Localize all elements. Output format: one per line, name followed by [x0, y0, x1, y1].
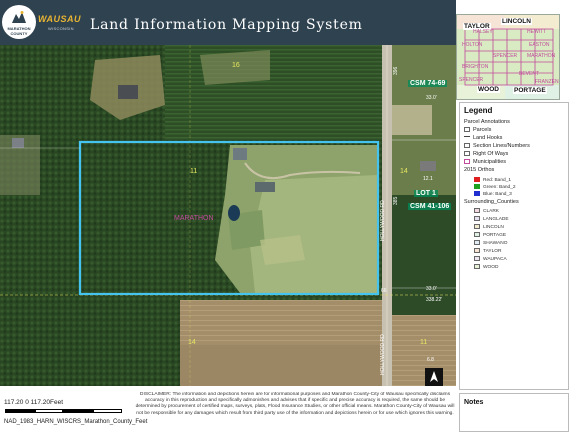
overview-municipality-label: EASTON: [529, 42, 550, 48]
wausau-logo-sub: WISCONSIN: [48, 26, 74, 31]
lot-label: LOT 1: [414, 190, 438, 197]
overview-municipality-label: SPENCER: [459, 77, 484, 83]
portage-swatch-icon: [474, 232, 480, 237]
parcel-municipality-label: MARATHON: [174, 215, 214, 222]
map-view[interactable]: 16 11 14 14 11 CSM 74-69 LOT 1 CSM 41-10…: [0, 45, 456, 386]
legend-county: WOOD: [474, 264, 498, 270]
road-number: 385: [393, 196, 399, 205]
dimension-label: 33.0': [426, 286, 437, 292]
section-number: 14: [188, 339, 196, 346]
legend-county: WAUPACA: [474, 256, 507, 262]
scale-graphic: [5, 409, 122, 413]
legend-panel: Legend Parcel Annotations Parcels Land H…: [459, 102, 569, 390]
green-band-swatch-icon: [474, 184, 480, 189]
section-number: 14: [400, 168, 408, 175]
wausau-logo: WAUSAU WISCONSIN: [38, 12, 81, 34]
legend-counties-title: Surrounding_Counties: [464, 199, 519, 205]
app-title: Land Information Mapping System: [90, 17, 363, 33]
legend-title: Legend: [464, 106, 493, 115]
overview-municipality-label: BRIGHTON: [462, 64, 489, 70]
legend-county: SHAWANO: [474, 240, 507, 246]
overview-municipality-label: SPENCER: [493, 53, 518, 59]
legend-item: Parcel Annotations: [464, 119, 510, 125]
legend-item: Parcels: [464, 127, 491, 133]
wausau-logo-text: WAUSAU: [38, 14, 81, 24]
legend-band: Blue: Band_3: [474, 191, 512, 197]
lincoln-swatch-icon: [474, 224, 480, 229]
legend-county: LINCOLN: [474, 224, 504, 230]
overview-municipality-label: MARATHON: [527, 53, 556, 59]
csm-label: CSM 74-69: [408, 80, 448, 87]
blue-band-swatch-icon: [474, 191, 480, 196]
csm-label: CSM 41-106: [408, 203, 452, 210]
waupaca-swatch-icon: [474, 256, 480, 261]
header-bar: MARATHON COUNTY WAUSAU WISCONSIN Land In…: [0, 0, 456, 45]
legend-item: Land Hooks: [464, 135, 502, 141]
langlade-swatch-icon: [474, 216, 480, 221]
corner-label: 12.1: [423, 176, 433, 182]
overview-municipality-label: HEWITT: [527, 29, 547, 35]
marathon-county-logo: MARATHON COUNTY: [2, 5, 36, 39]
disclaimer-text: DISCLAIMER: The information and depictio…: [135, 392, 455, 416]
legend-item: Right Of Ways: [464, 151, 508, 157]
legend-county: TAYLOR: [474, 248, 501, 254]
land-hooks-swatch-icon: [464, 136, 470, 138]
road-name-label: HOLLYWOOD RD: [380, 200, 386, 241]
right-of-ways-swatch-icon: [464, 151, 470, 157]
road-number: 396: [393, 66, 399, 75]
legend-band: Red: Band_1: [474, 177, 511, 183]
section-number: 11: [190, 168, 198, 175]
parcels-swatch-icon: [464, 127, 470, 133]
overview-municipality-label: BEVENT: [519, 71, 540, 77]
road-number: 66: [381, 288, 387, 294]
municipalities-swatch-icon: [464, 159, 470, 165]
scale-bar: 117.20 0 117.20Feet NAD_1983_HARN_WISCRS…: [0, 386, 147, 432]
overview-municipality-label: HALSEY: [473, 29, 493, 35]
overview-municipality-label: FRANZEN: [535, 79, 559, 85]
legend-band: Green: Band_2: [474, 184, 516, 190]
notes-panel: Notes: [459, 393, 569, 432]
section-number: 16: [232, 62, 240, 69]
marathon-logo-mark: [12, 11, 26, 23]
legend-item: Municipalities: [464, 159, 506, 165]
dimension-label: 33.0': [426, 95, 437, 101]
projection-text: NAD_1983_HARN_WISCRS_Marathon_County_Fee…: [4, 419, 148, 425]
clark-swatch-icon: [474, 208, 480, 213]
overview-county-label: PORTAGE: [513, 87, 547, 94]
red-band-swatch-icon: [474, 177, 480, 182]
legend-item: Section Lines/Numbers: [464, 143, 530, 149]
overview-county-label: WOOD: [477, 86, 500, 93]
overview-municipality-label: HOLTON: [462, 42, 483, 48]
overview-county-label: LINCOLN: [501, 18, 532, 25]
legend-county: LANGLADE: [474, 216, 509, 222]
taylor-swatch-icon: [474, 248, 480, 253]
north-arrow-icon: [425, 368, 443, 386]
section-number: 11: [420, 339, 428, 346]
legend-item: 2015 Orthos: [464, 167, 495, 173]
section-lines-swatch-icon: [464, 143, 470, 149]
dimension-label: 338.22': [426, 297, 443, 303]
aerial-imagery: [0, 45, 456, 386]
wood-swatch-icon: [474, 264, 480, 269]
road-name-label: HOLLYWOOD RD: [380, 334, 386, 375]
legend-county: PORTAGE: [474, 232, 506, 238]
scale-text: 117.20 0 117.20Feet: [4, 399, 64, 406]
marathon-logo-text: MARATHON COUNTY: [7, 26, 31, 36]
legend-county: CLARK: [474, 208, 499, 214]
notes-title: Notes: [464, 399, 484, 406]
corner-label: 6.8: [427, 357, 434, 363]
overview-map[interactable]: TAYLOR LINCOLN WOOD PORTAGE HALSEY HEWIT…: [456, 14, 560, 100]
shawano-swatch-icon: [474, 240, 480, 245]
